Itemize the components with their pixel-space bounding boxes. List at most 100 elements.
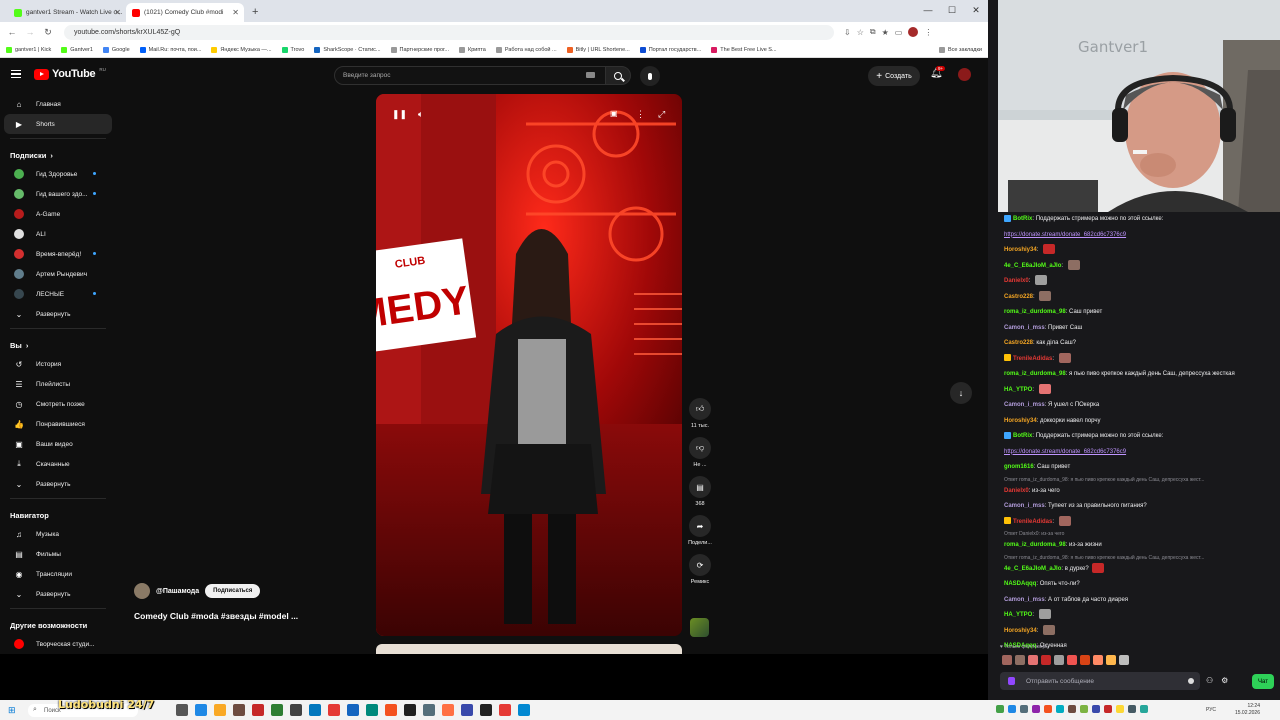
reload-icon[interactable]: ↻ bbox=[40, 27, 56, 38]
chat-username[interactable]: BotRix bbox=[1013, 433, 1032, 439]
app-icon[interactable] bbox=[233, 704, 245, 716]
back-icon[interactable]: ← bbox=[4, 27, 20, 37]
new-tab-icon[interactable]: + bbox=[244, 3, 266, 22]
emote-icon[interactable] bbox=[1093, 655, 1103, 665]
comment-icon[interactable]: ▤ bbox=[689, 476, 711, 498]
chat-username[interactable]: Camon_i_mss bbox=[1004, 325, 1045, 331]
chat-username[interactable]: Horoshiy34 bbox=[1004, 628, 1037, 634]
minimize-icon[interactable]: — bbox=[916, 0, 940, 20]
short-title[interactable]: Comedy Club #moda #звезды #model ... bbox=[134, 611, 298, 621]
chat-username[interactable]: Castro228 bbox=[1004, 340, 1033, 346]
search-button[interactable] bbox=[605, 66, 631, 85]
chat-username[interactable]: 4e_C_E6aJIoM_aJIo bbox=[1004, 566, 1061, 572]
chat-username[interactable]: Danielx0 bbox=[1004, 488, 1029, 494]
chat-username[interactable]: HA_YTPO bbox=[1004, 387, 1032, 393]
emote-picker-icon[interactable] bbox=[1188, 678, 1194, 684]
emote-icon[interactable] bbox=[1015, 655, 1025, 665]
app-icon[interactable] bbox=[404, 704, 416, 716]
tray-app-icon[interactable] bbox=[1068, 705, 1076, 713]
tray-app-icon[interactable] bbox=[1140, 705, 1148, 713]
sidebar-item-studio[interactable]: Творческая студи... bbox=[4, 634, 112, 654]
donate-link[interactable]: https://donate.stream/donate_682cd6c7376… bbox=[1004, 449, 1126, 455]
sidebar-item-navigator[interactable]: ▤ Фильмы bbox=[4, 544, 112, 564]
app-icon[interactable] bbox=[518, 704, 530, 716]
chat-username[interactable]: roma_iz_durdoma_98 bbox=[1004, 309, 1066, 315]
tray-app-icon[interactable] bbox=[1116, 705, 1124, 713]
you-header[interactable]: Вы › bbox=[0, 333, 116, 354]
sidebar-item-you[interactable]: ☰ Плейлисты bbox=[4, 374, 112, 394]
chat-username[interactable]: Camon_i_mss bbox=[1004, 597, 1045, 603]
emote-icon[interactable] bbox=[1028, 655, 1038, 665]
remix-icon[interactable]: ⟳ bbox=[689, 554, 711, 576]
bookmark-item[interactable]: Gantver1 bbox=[61, 46, 93, 53]
app-icon[interactable] bbox=[252, 704, 264, 716]
extensions-icon[interactable]: ⧉ bbox=[870, 27, 876, 37]
cast-icon[interactable]: ▭ bbox=[895, 28, 903, 37]
emote-icon[interactable] bbox=[1054, 655, 1064, 665]
app-icon[interactable] bbox=[309, 704, 321, 716]
chat-username[interactable]: Horoshiy34 bbox=[1004, 247, 1037, 253]
next-short-preview[interactable] bbox=[376, 644, 682, 654]
sidebar-item-navigator[interactable]: ♫ Музыка bbox=[4, 524, 112, 544]
create-button[interactable]: + Создать bbox=[868, 66, 920, 86]
menu-icon[interactable] bbox=[11, 70, 21, 78]
chat-username[interactable]: TrenileAdidas bbox=[1013, 519, 1052, 525]
sidebar-item-navigator[interactable]: ◉ Трансляции bbox=[4, 564, 112, 584]
tray-app-icon[interactable] bbox=[1092, 705, 1100, 713]
share-icon[interactable]: ➦ bbox=[689, 515, 711, 537]
app-icon[interactable] bbox=[366, 704, 378, 716]
chat-username[interactable]: Danielx0 bbox=[1004, 278, 1029, 284]
tray-app-icon[interactable] bbox=[1080, 705, 1088, 713]
sound-thumbnail[interactable] bbox=[690, 618, 709, 637]
language-indicator[interactable]: РУС bbox=[1206, 707, 1216, 713]
chat-username[interactable]: gnom1616 bbox=[1004, 464, 1034, 470]
tray-app-icon[interactable] bbox=[1056, 705, 1064, 713]
tray-app-icon[interactable] bbox=[1032, 705, 1040, 713]
tab-youtube-short[interactable]: (1021) Comedy Club #modi ✕ bbox=[126, 3, 244, 22]
app-icon[interactable] bbox=[290, 704, 302, 716]
task-view-icon[interactable] bbox=[176, 704, 188, 716]
sidebar-subscription[interactable]: ЛЕСНЫЕ bbox=[4, 284, 112, 304]
emote-icon[interactable] bbox=[1067, 655, 1077, 665]
chat-username[interactable]: NASDAqqq bbox=[1004, 581, 1036, 587]
share-action[interactable]: ➦ Подели... bbox=[682, 515, 718, 546]
app-icon[interactable] bbox=[480, 704, 492, 716]
app-icon[interactable] bbox=[461, 704, 473, 716]
emote-icon[interactable] bbox=[1041, 655, 1051, 665]
sidebar-subscription[interactable]: Время-вперёд! bbox=[4, 244, 112, 264]
app-icon[interactable] bbox=[385, 704, 397, 716]
bookmark-item[interactable]: gantver1 | Kick bbox=[6, 46, 51, 53]
sidebar-item-you[interactable]: ⤓ Скачанные bbox=[4, 454, 112, 474]
bookmark-item[interactable]: Портал государств... bbox=[639, 46, 701, 53]
sidebar-item-you[interactable]: 👍 Понравившиеся bbox=[4, 414, 112, 434]
tray-app-icon[interactable] bbox=[1020, 705, 1028, 713]
chat-username[interactable]: HA_YTPO bbox=[1004, 612, 1032, 618]
expand-you[interactable]: ⌄ Развернуть bbox=[4, 474, 112, 494]
install-icon[interactable]: ⇩ bbox=[844, 28, 851, 37]
bookmark-star-icon[interactable]: ☆ bbox=[857, 28, 864, 37]
expand-navigator[interactable]: ⌄ Развернуть bbox=[4, 584, 112, 604]
app-icon[interactable] bbox=[499, 704, 511, 716]
chat-username[interactable]: TrenileAdidas bbox=[1013, 356, 1052, 362]
edge-icon[interactable] bbox=[195, 704, 207, 716]
bookmark-item[interactable]: Bitly | URL Shortene... bbox=[566, 46, 630, 53]
search-input[interactable]: Введите запрос bbox=[334, 66, 606, 85]
tab-kick-stream[interactable]: gantver1 Stream - Watch Live o... ✕ bbox=[8, 3, 126, 22]
next-short-arrow-icon[interactable]: ↓ bbox=[950, 382, 972, 404]
voice-search-button[interactable] bbox=[640, 66, 660, 86]
chat-username[interactable]: Camon_i_mss bbox=[1004, 503, 1045, 509]
bookmark-item[interactable]: Все закладки bbox=[938, 46, 982, 53]
bookmark-item[interactable]: Google bbox=[102, 46, 130, 53]
close-window-icon[interactable]: ✕ bbox=[964, 0, 988, 20]
emote-icon[interactable] bbox=[1002, 655, 1012, 665]
avatar[interactable] bbox=[958, 68, 971, 81]
donate-link[interactable]: https://donate.stream/donate_682cd6c7376… bbox=[1004, 232, 1126, 238]
chat-username[interactable]: 4e_C_E6aJIoM_aJIo bbox=[1004, 263, 1061, 269]
navigator-header[interactable]: Навигатор bbox=[0, 503, 116, 524]
sidebar-subscription[interactable]: A-Game bbox=[4, 204, 112, 224]
emote-icon[interactable] bbox=[1080, 655, 1090, 665]
more-options-icon[interactable]: ⋮ bbox=[636, 109, 645, 120]
fullscreen-icon[interactable]: ⤢ bbox=[658, 109, 665, 120]
profile-avatar[interactable] bbox=[908, 27, 919, 37]
points-icon[interactable]: ⚇ bbox=[1206, 676, 1213, 685]
